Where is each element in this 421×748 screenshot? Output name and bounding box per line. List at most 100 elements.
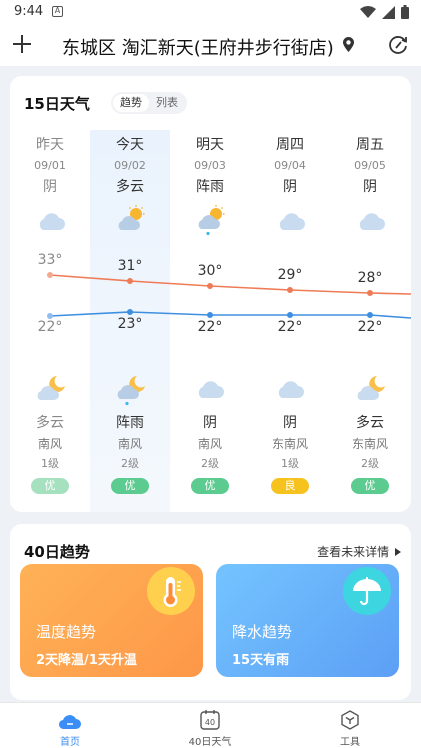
bottom-tab-bar: 首页 40 40日天气 工具 xyxy=(0,702,421,748)
shower-day-icon xyxy=(198,205,225,236)
day-name: 今天 xyxy=(116,137,144,153)
low-temp-point xyxy=(207,312,213,318)
temperature-trend-name: 温度趋势 xyxy=(36,623,97,641)
forecast-15day-title: 15日天气 xyxy=(24,95,90,113)
forecast-15day-card: 15日天气 趋势 列表 昨天 09/01 阴 今天 09/02 多云 明天 09… xyxy=(10,76,411,512)
day-condition: 阴 xyxy=(363,179,377,195)
high-temp-label: 29° xyxy=(277,267,303,283)
view-future-details-link[interactable]: 查看未来详情 xyxy=(317,543,401,560)
cloudy-icon xyxy=(198,381,224,398)
day-condition: 阴 xyxy=(283,179,297,195)
day-condition: 阴 xyxy=(43,179,57,195)
low-temp-point xyxy=(127,309,133,315)
partly-cloudy-day-icon xyxy=(118,205,145,230)
day-date: 09/02 xyxy=(114,159,146,172)
high-temp-point xyxy=(367,290,373,296)
tab-40day[interactable]: 40 40日天气 xyxy=(140,703,280,748)
rain-trend-tile[interactable]: 降水趋势 15天有雨 xyxy=(216,564,399,677)
wind-level: 2级 xyxy=(361,457,379,470)
wind-direction: 东南风 xyxy=(351,437,388,451)
tab-home-label: 首页 xyxy=(60,737,80,748)
partly-cloudy-night-icon xyxy=(37,376,65,400)
high-temp-label: 31° xyxy=(117,258,143,274)
status-bar: 9:44 A xyxy=(0,0,421,24)
trend-40day-card: 40日趋势 查看未来详情 温度趋势 2天降温/1天升温 降水趋势 15天有雨 xyxy=(10,524,411,700)
night-column: 多云 南风 1级 优 xyxy=(10,372,90,494)
day-date: 09/03 xyxy=(194,159,226,172)
day-name: 明天 xyxy=(196,137,224,153)
view-toggle: 趋势 列表 xyxy=(111,92,187,114)
night-condition: 阴 xyxy=(283,415,297,431)
toggle-trend[interactable]: 趋势 xyxy=(113,94,149,112)
wind-level: 1级 xyxy=(281,457,299,470)
aqi-badge: 优 xyxy=(351,478,389,494)
high-temp-label: 28° xyxy=(357,270,383,286)
top-header: 东城区 淘汇新天(王府井步行街店) xyxy=(0,24,421,66)
partly-cloudy-night-icon xyxy=(357,376,385,400)
calendar-40-icon: 40 xyxy=(200,710,220,730)
high-temp-point xyxy=(127,278,133,284)
cloudy-icon xyxy=(278,381,304,398)
wind-direction: 南风 xyxy=(197,437,222,451)
status-time: 9:44 xyxy=(14,4,44,19)
wind-level: 2级 xyxy=(201,457,219,470)
refresh-button[interactable] xyxy=(387,34,409,56)
day-column[interactable]: 明天 09/03 阵雨 xyxy=(170,132,250,198)
day-name: 周五 xyxy=(356,137,384,153)
add-city-button[interactable] xyxy=(12,31,32,59)
rain-night-icon xyxy=(117,376,145,406)
wind-level: 2级 xyxy=(121,457,139,470)
low-temp-label: 22° xyxy=(357,319,383,335)
low-temp-label: 22° xyxy=(37,319,63,335)
aqi-badge: 优 xyxy=(31,478,69,494)
aqi-badge: 优 xyxy=(191,478,229,494)
umbrella-icon xyxy=(343,567,391,615)
tab-40day-label: 40日天气 xyxy=(188,737,232,748)
low-temp-label: 23° xyxy=(117,316,143,332)
day-column[interactable]: 周四 09/04 阴 xyxy=(250,132,330,198)
night-column: 阴 南风 2级 优 xyxy=(170,372,250,494)
day-condition: 多云 xyxy=(116,179,144,195)
tab-home[interactable]: 首页 xyxy=(0,703,140,748)
wind-level: 1级 xyxy=(41,457,59,470)
day-date: 09/05 xyxy=(354,159,386,172)
day-column[interactable]: 昨天 09/01 阴 xyxy=(10,132,90,198)
caret-right-icon xyxy=(395,548,401,556)
cloudy-icon xyxy=(359,213,385,230)
rain-trend-desc: 15天有雨 xyxy=(232,653,290,668)
temperature-trend-desc: 2天降温/1天升温 xyxy=(36,653,137,668)
view-future-details-label: 查看未来详情 xyxy=(317,545,390,559)
day-name: 昨天 xyxy=(36,137,64,153)
wifi-icon xyxy=(360,5,376,18)
notification-a-icon: A xyxy=(52,6,63,17)
plus-icon xyxy=(13,35,31,53)
toggle-list[interactable]: 列表 xyxy=(149,94,185,112)
night-column: 阵雨 南风 2级 优 xyxy=(90,372,170,494)
cloud-home-icon xyxy=(58,715,81,730)
cloudy-icon xyxy=(39,213,65,230)
night-condition: 多云 xyxy=(36,415,64,431)
tab-tools[interactable]: 工具 xyxy=(280,703,420,748)
temperature-trend-tile[interactable]: 温度趋势 2天降温/1天升温 xyxy=(20,564,203,677)
wind-direction: 东南风 xyxy=(271,437,308,451)
night-condition: 阴 xyxy=(203,415,217,431)
location-title[interactable]: 东城区 淘汇新天(王府井步行街店) xyxy=(62,34,334,60)
thermometer-icon xyxy=(147,567,195,615)
night-column: 多云 东南风 2级 优 xyxy=(330,372,410,494)
aqi-badge: 优 xyxy=(111,478,149,494)
high-temp-point xyxy=(287,287,293,293)
day-condition: 阵雨 xyxy=(196,179,224,195)
rain-trend-name: 降水趋势 xyxy=(232,623,293,641)
aqi-badge: 良 xyxy=(271,478,309,494)
tab-tools-label: 工具 xyxy=(340,737,360,748)
wind-direction: 南风 xyxy=(117,437,142,451)
calendar-40-icon-text: 40 xyxy=(205,718,215,727)
day-column[interactable]: 今天 09/02 多云 xyxy=(90,132,170,198)
high-temp-point xyxy=(207,283,213,289)
day-date: 09/04 xyxy=(274,159,306,172)
high-temp-point xyxy=(47,272,53,278)
low-temp-point xyxy=(287,312,293,318)
high-temp-label: 30° xyxy=(197,263,223,279)
day-column[interactable]: 周五 09/05 阴 xyxy=(330,132,410,198)
toolbox-icon xyxy=(341,710,359,730)
